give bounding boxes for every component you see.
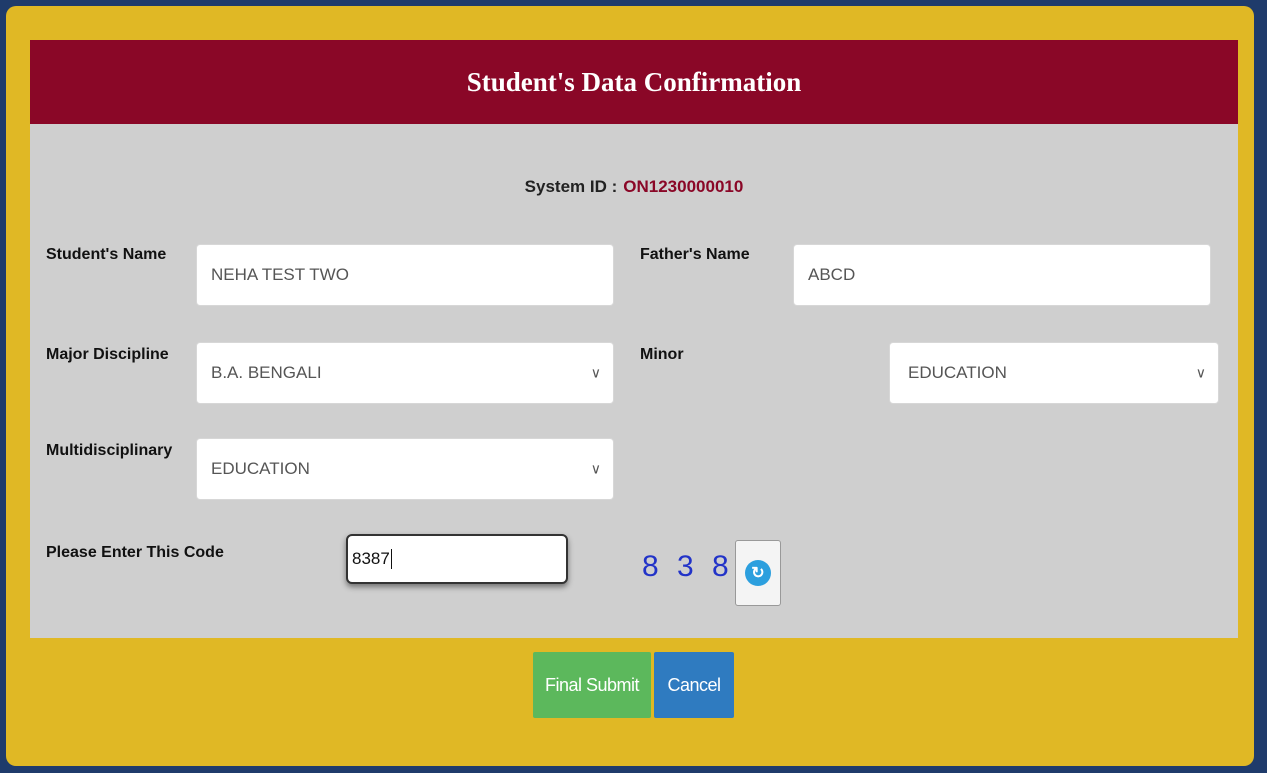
page-frame: Student's Data Confirmation System ID : O… bbox=[6, 6, 1254, 766]
major-discipline-select[interactable]: B.A. BENGALI ∨ bbox=[196, 342, 614, 404]
student-name-label: Student's Name bbox=[46, 246, 167, 263]
chevron-down-icon: ∨ bbox=[1195, 364, 1206, 381]
father-name-value: ABCD bbox=[808, 265, 856, 284]
cancel-button[interactable]: Cancel bbox=[654, 652, 734, 718]
minor-select[interactable]: EDUCATION ∨ bbox=[889, 342, 1219, 404]
student-name-field[interactable]: NEHA TEST TWO bbox=[196, 244, 614, 306]
system-id-label: System ID : bbox=[524, 177, 618, 196]
text-cursor bbox=[390, 549, 392, 569]
captcha-label: Please Enter This Code bbox=[46, 544, 224, 561]
father-name-label: Father's Name bbox=[640, 246, 750, 263]
page-title-text: Student's Data Confirmation bbox=[466, 66, 802, 97]
student-name-value: NEHA TEST TWO bbox=[211, 265, 349, 284]
refresh-captcha-button[interactable]: ↻ bbox=[735, 540, 781, 606]
confirmation-card: Student's Data Confirmation System ID : O… bbox=[30, 40, 1238, 638]
final-submit-button[interactable]: Final Submit bbox=[533, 652, 651, 718]
page-title: Student's Data Confirmation bbox=[30, 40, 1238, 124]
refresh-icon: ↻ bbox=[745, 560, 771, 586]
captcha-input-value: 8387 bbox=[352, 549, 390, 568]
captcha-input[interactable]: 8387 bbox=[346, 534, 568, 584]
father-name-field[interactable]: ABCD bbox=[793, 244, 1211, 306]
multidisciplinary-label: Multidisciplinary bbox=[46, 442, 173, 459]
system-id: System ID : ON1230000010 bbox=[30, 177, 1238, 197]
minor-label: Minor bbox=[640, 346, 684, 363]
chevron-down-icon: ∨ bbox=[590, 364, 601, 381]
major-discipline-label: Major Discipline bbox=[46, 346, 169, 363]
multidisciplinary-select[interactable]: EDUCATION ∨ bbox=[196, 438, 614, 500]
multidisciplinary-value: EDUCATION bbox=[211, 459, 310, 478]
major-discipline-value: B.A. BENGALI bbox=[211, 363, 322, 382]
system-id-value: ON1230000010 bbox=[623, 177, 744, 196]
chevron-down-icon: ∨ bbox=[590, 460, 601, 477]
minor-value: EDUCATION bbox=[908, 363, 1007, 382]
